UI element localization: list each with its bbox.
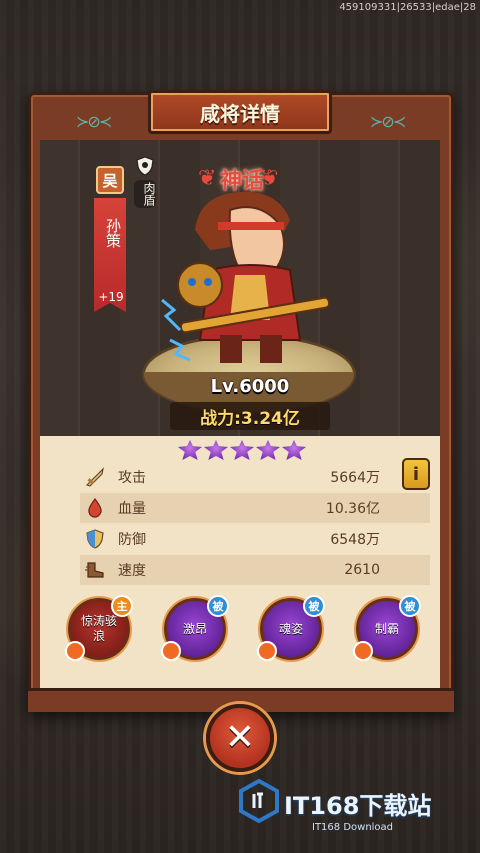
star-rating [178, 440, 306, 462]
stat-label: 速度 [118, 563, 146, 579]
star-icon [230, 440, 254, 460]
star-icon [256, 440, 280, 460]
blood-drop-icon [88, 498, 102, 518]
flame-icon [257, 641, 277, 661]
stat-row-hp: 血量 10.36亿 [80, 493, 430, 523]
fish-ornament-icon: ≻⊘≺ [76, 112, 112, 131]
flame-icon [353, 641, 373, 661]
skill-button-passive[interactable]: 魂姿 被 [257, 595, 325, 661]
stat-value: 2610 [344, 562, 380, 578]
combat-power-bar: 战力:3.24亿 [170, 402, 330, 430]
skill-button-passive[interactable]: 激昂 被 [161, 595, 229, 661]
watermark-text: IT168下载站 [284, 792, 432, 820]
close-button[interactable]: ✕ [206, 704, 274, 772]
skill-tag-badge: 被 [399, 595, 421, 617]
flame-icon [65, 641, 85, 661]
hero-level: Lv.6000 [210, 376, 290, 397]
watermark: IT168下载站 IT168 Download [236, 770, 476, 840]
skill-name: 魂姿 [278, 621, 303, 636]
build-id-text: 459109331|26533|edae|28 [339, 2, 476, 13]
star-icon [282, 440, 306, 460]
shield-icon [86, 529, 104, 549]
stat-row-attack: 攻击 5664万 [80, 462, 430, 492]
stat-label: 血量 [118, 501, 146, 517]
flame-icon [161, 641, 181, 661]
stat-value: 6548万 [330, 532, 380, 548]
stat-label: 防御 [118, 532, 146, 548]
stat-value: 10.36亿 [325, 501, 380, 517]
hero-portrait [161, 191, 331, 363]
skill-name: 惊涛骇浪 [80, 614, 117, 643]
skill-tag-badge: 主 [111, 595, 133, 617]
stat-label: 攻击 [118, 470, 146, 486]
stat-value: 5664万 [330, 470, 380, 486]
hero-name: 孙策 [104, 218, 122, 248]
skill-tag-badge: 被 [303, 595, 325, 617]
boot-icon [85, 562, 104, 578]
title-banner: 咸将详情 [148, 90, 332, 134]
skill-name: 激昂 [182, 621, 207, 636]
star-icon [178, 440, 202, 460]
hero-plus-level: +19 [98, 290, 124, 304]
watermark-logo-icon [239, 778, 279, 824]
sword-icon [85, 467, 104, 487]
skill-button-active[interactable]: 惊涛骇浪 主 [65, 595, 133, 661]
combat-power-text: 战力:3.24亿 [200, 408, 300, 429]
stat-row-speed: 速度 2610 [80, 555, 430, 585]
star-icon [204, 440, 228, 460]
skill-button-passive[interactable]: 制霸 被 [353, 595, 421, 661]
close-icon: ✕ [224, 717, 256, 758]
skill-name: 制霸 [374, 621, 399, 636]
stat-row-defense: 防御 6548万 [80, 524, 430, 554]
skill-tag-badge: 被 [207, 595, 229, 617]
watermark-subtext: IT168 Download [312, 822, 394, 833]
faction-badge: 吴 [96, 166, 124, 194]
fish-ornament-icon: ≻⊘≺ [370, 112, 406, 131]
page-title: 咸将详情 [200, 101, 280, 126]
